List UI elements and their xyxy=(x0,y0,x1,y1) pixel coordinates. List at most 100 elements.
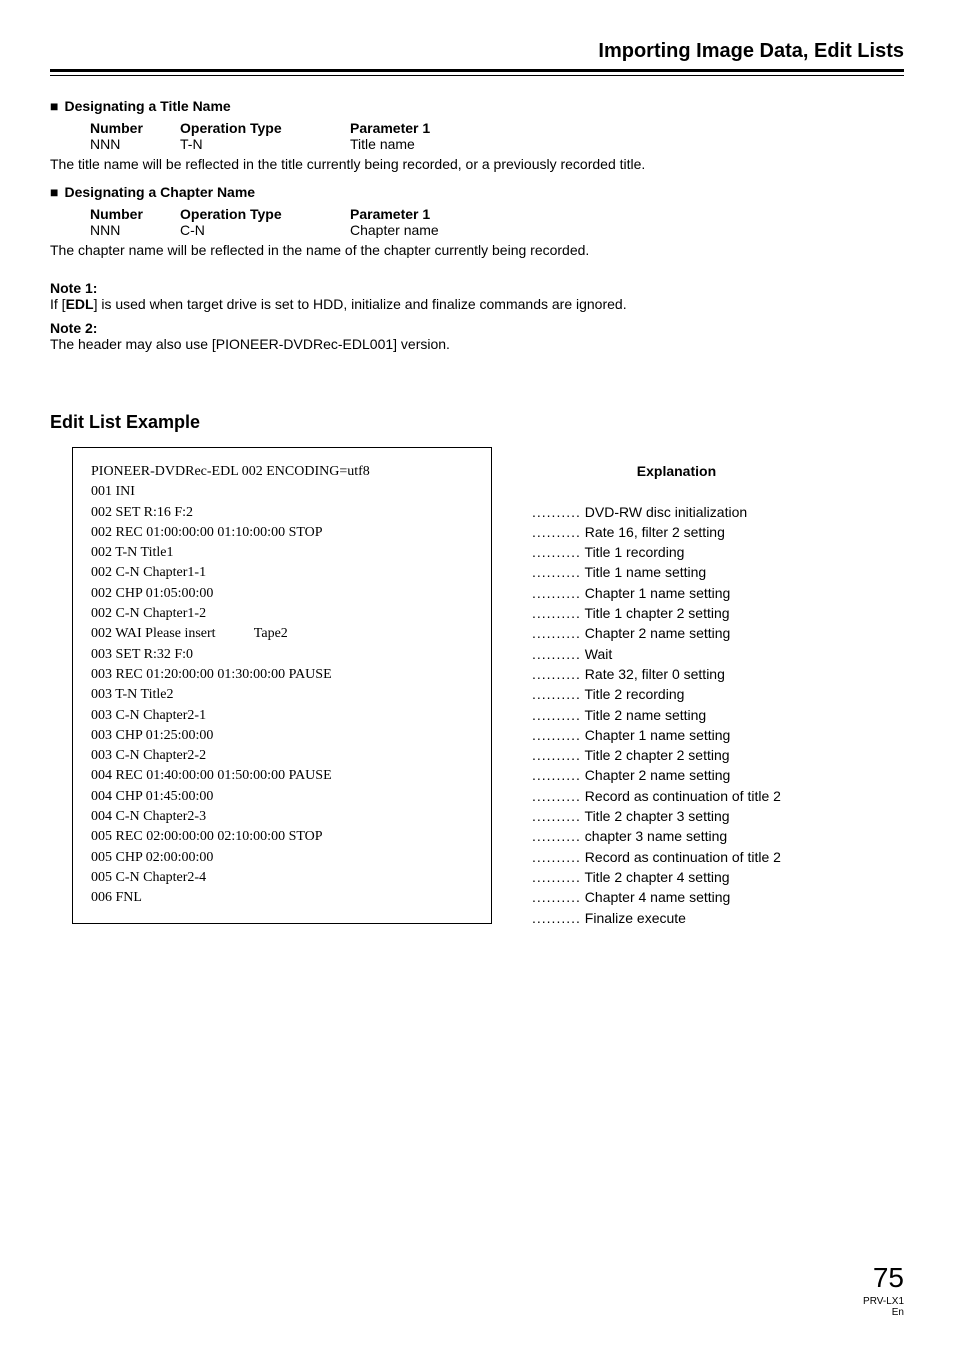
dots-icon: .......... xyxy=(532,869,581,885)
edl-line: 002 C-N Chapter1-1 xyxy=(91,563,473,583)
explanation-line: .......... Title 2 recording xyxy=(532,684,781,704)
col-param1-val: Chapter name xyxy=(350,222,904,238)
edl-line: 002 WAI Please insert Tape2 xyxy=(91,624,473,644)
dots-icon: .......... xyxy=(532,828,581,844)
note2-text: The header may also use [PIONEER-DVDRec-… xyxy=(50,336,904,352)
dots-icon: .......... xyxy=(532,849,581,865)
col-optype-head: Operation Type xyxy=(180,120,350,136)
explanation-line: .......... Chapter 1 name setting xyxy=(532,725,781,745)
explanation-line: .......... chapter 3 name setting xyxy=(532,826,781,846)
note1-text: If [EDL] is used when target drive is se… xyxy=(50,296,904,312)
explanation-line: .......... Record as continuation of tit… xyxy=(532,847,781,867)
param-block-chapter: Number Operation Type Parameter 1 NNN C-… xyxy=(90,206,904,238)
dots-icon: .......... xyxy=(532,767,581,783)
explanation-line: .......... Title 2 chapter 4 setting xyxy=(532,867,781,887)
example-container: PIONEER-DVDRec-EDL 002 ENCODING=utf8001 … xyxy=(50,447,904,928)
explanation-line: .......... Chapter 2 name setting xyxy=(532,765,781,785)
note1-bold: EDL xyxy=(66,296,94,312)
section-title-desc: The title name will be reflected in the … xyxy=(50,156,904,172)
col-param1-head: Parameter 1 xyxy=(350,206,904,222)
edl-line: 002 SET R:16 F:2 xyxy=(91,503,473,523)
edl-line: 003 T-N Title2 xyxy=(91,685,473,705)
dots-icon: .......... xyxy=(532,625,581,641)
edl-line: 004 C-N Chapter2-3 xyxy=(91,807,473,827)
dots-icon: .......... xyxy=(532,889,581,905)
edl-line: 006 FNL xyxy=(91,888,473,908)
dots-icon: .......... xyxy=(532,666,581,682)
edl-line: 002 REC 01:00:00:00 01:10:00:00 STOP xyxy=(91,523,473,543)
dots-icon: .......... xyxy=(532,808,581,824)
edl-line: 005 CHP 02:00:00:00 xyxy=(91,848,473,868)
col-number-head: Number xyxy=(90,120,180,136)
explanation-line: .......... Record as continuation of tit… xyxy=(532,786,781,806)
section-chapter-name-text: Designating a Chapter Name xyxy=(64,184,255,200)
page-header: Importing Image Data, Edit Lists xyxy=(50,40,904,76)
explanation-line: .......... Title 2 name setting xyxy=(532,705,781,725)
dots-icon: .......... xyxy=(532,788,581,804)
col-number-val: NNN xyxy=(90,136,180,152)
col-param1-val: Title name xyxy=(350,136,904,152)
rule-thin xyxy=(50,75,904,76)
dots-icon: .......... xyxy=(532,727,581,743)
explanation-line: .......... Title 1 recording xyxy=(532,542,781,562)
explanation-line: .......... Title 2 chapter 3 setting xyxy=(532,806,781,826)
edl-box: PIONEER-DVDRec-EDL 002 ENCODING=utf8001 … xyxy=(72,447,492,924)
section-title-name: ■ Designating a Title Name xyxy=(50,98,904,114)
dots-icon: .......... xyxy=(532,564,581,580)
explanation-line: .......... Chapter 2 name setting xyxy=(532,623,781,643)
note2-label: Note 2: xyxy=(50,320,904,336)
explanation-heading: Explanation xyxy=(532,461,781,481)
edl-line: 005 C-N Chapter2-4 xyxy=(91,868,473,888)
dots-icon: .......... xyxy=(532,585,581,601)
section-chapter-desc: The chapter name will be reflected in th… xyxy=(50,242,904,258)
edl-line: 003 CHP 01:25:00:00 xyxy=(91,726,473,746)
dots-icon: .......... xyxy=(532,504,581,520)
section-title-name-text: Designating a Title Name xyxy=(64,98,230,114)
explanation-list: .......... DVD-RW disc initialization...… xyxy=(532,481,781,928)
param-value-row: NNN C-N Chapter name xyxy=(90,222,904,238)
param-block-title: Number Operation Type Parameter 1 NNN T-… xyxy=(90,120,904,152)
col-optype-val: T-N xyxy=(180,136,350,152)
dots-icon: .......... xyxy=(532,524,581,540)
example-heading: Edit List Example xyxy=(50,412,904,433)
dots-icon: .......... xyxy=(532,605,581,621)
explanation-line: .......... Title 2 chapter 2 setting xyxy=(532,745,781,765)
edl-line: 004 CHP 01:45:00:00 xyxy=(91,787,473,807)
edl-line: 004 REC 01:40:00:00 01:50:00:00 PAUSE xyxy=(91,766,473,786)
page-number: 75 xyxy=(863,1262,904,1294)
explanation-column: Explanation .......... DVD-RW disc initi… xyxy=(532,447,781,928)
note1-post: ] is used when target drive is set to HD… xyxy=(94,296,627,312)
dots-icon: .......... xyxy=(532,544,581,560)
page-lang: En xyxy=(863,1307,904,1318)
explanation-line: .......... DVD-RW disc initialization xyxy=(532,502,781,522)
col-param1-head: Parameter 1 xyxy=(350,120,904,136)
explanation-line: .......... Title 1 chapter 2 setting xyxy=(532,603,781,623)
explanation-line: .......... Chapter 1 name setting xyxy=(532,583,781,603)
explanation-line: .......... Wait xyxy=(532,644,781,664)
edl-line: 003 REC 01:20:00:00 01:30:00:00 PAUSE xyxy=(91,665,473,685)
dots-icon: .......... xyxy=(532,910,581,926)
section-chapter-name: ■ Designating a Chapter Name xyxy=(50,184,904,200)
dots-icon: .......... xyxy=(532,686,581,702)
page-footer: 75 PRV-LX1 En xyxy=(863,1262,904,1318)
dots-icon: .......... xyxy=(532,646,581,662)
edl-line: 005 REC 02:00:00:00 02:10:00:00 STOP xyxy=(91,827,473,847)
rule-thick xyxy=(50,69,904,72)
page-model: PRV-LX1 xyxy=(863,1296,904,1307)
note1-pre: If [ xyxy=(50,296,66,312)
edl-line: 002 T-N Title1 xyxy=(91,543,473,563)
explanation-line: .......... Finalize execute xyxy=(532,908,781,928)
param-header-row: Number Operation Type Parameter 1 xyxy=(90,206,904,222)
edl-line: 003 C-N Chapter2-2 xyxy=(91,746,473,766)
edl-line: PIONEER-DVDRec-EDL 002 ENCODING=utf8 xyxy=(91,462,473,482)
explanation-line: .......... Rate 16, filter 2 setting xyxy=(532,522,781,542)
dots-icon: .......... xyxy=(532,707,581,723)
bullet-icon: ■ xyxy=(50,98,58,114)
edl-line: 003 C-N Chapter2-1 xyxy=(91,706,473,726)
bullet-icon: ■ xyxy=(50,184,58,200)
col-number-head: Number xyxy=(90,206,180,222)
edl-line: 001 INI xyxy=(91,482,473,502)
edl-line: 002 C-N Chapter1-2 xyxy=(91,604,473,624)
dots-icon: .......... xyxy=(532,747,581,763)
col-optype-val: C-N xyxy=(180,222,350,238)
